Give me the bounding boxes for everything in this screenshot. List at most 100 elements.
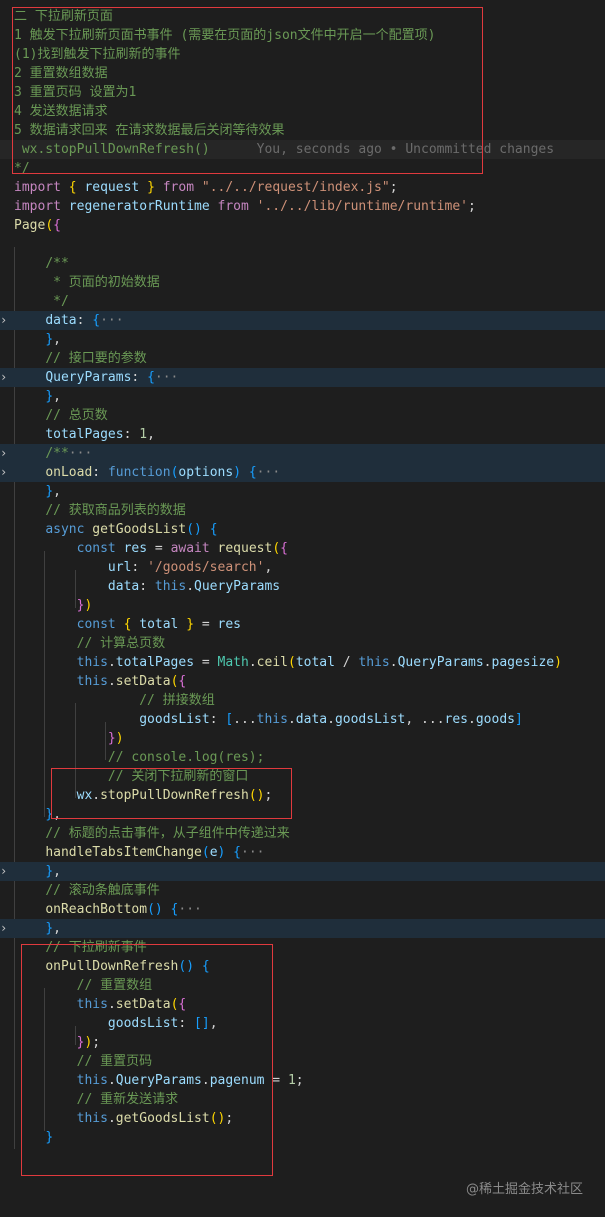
- code-line[interactable]: handleTabsItemChange(e) {···: [0, 843, 605, 862]
- code-token: 1: [287, 1073, 296, 1088]
- code-token: ,: [264, 560, 273, 575]
- code-token: :: [76, 313, 93, 328]
- code-text: totalPages: 1,: [14, 425, 155, 444]
- code-token: (): [186, 522, 202, 537]
- code-line[interactable]: // 标题的点击事件，从子组件中传递过来: [0, 824, 605, 843]
- code-token: ,: [53, 864, 61, 879]
- code-line[interactable]: // console.log(res);: [0, 748, 605, 767]
- code-text: }): [14, 729, 124, 748]
- code-text: // 总页数: [14, 406, 107, 425]
- code-line[interactable]: const res = await request({: [0, 539, 605, 558]
- code-line[interactable]: }): [0, 596, 605, 615]
- code-line[interactable]: // 滚动条触底事件: [0, 881, 605, 900]
- code-token: pagesize: [491, 655, 555, 670]
- code-token: options: [178, 465, 234, 480]
- code-token: ···: [154, 370, 179, 385]
- code-line[interactable]: goodsList: [...this.data.goodsList, ...r…: [0, 710, 605, 729]
- code-line[interactable]: }): [0, 729, 605, 748]
- code-text: QueryParams: {···: [14, 368, 178, 387]
- code-token: ): [554, 655, 562, 670]
- code-line[interactable]: this.setData({: [0, 672, 605, 691]
- code-text: // console.log(res);: [14, 748, 265, 767]
- code-line[interactable]: this.totalPages = Math.ceil(total / this…: [0, 653, 605, 672]
- fold-chevron-icon[interactable]: ›: [0, 862, 10, 881]
- code-line[interactable]: const { total } = res: [0, 615, 605, 634]
- code-line[interactable]: totalPages: 1,: [0, 425, 605, 444]
- code-line[interactable]: import { request } from "../../request/i…: [0, 178, 605, 197]
- code-line[interactable]: Page({: [0, 216, 605, 235]
- code-line[interactable]: [0, 235, 605, 254]
- code-token: ,: [147, 427, 155, 442]
- fold-chevron-icon[interactable]: ›: [0, 444, 10, 463]
- code-token: Page: [14, 218, 46, 233]
- code-line[interactable]: data: this.QueryParams: [0, 577, 605, 596]
- code-line[interactable]: // 计算总页数: [0, 634, 605, 653]
- code-token: // 拼接数组: [139, 693, 215, 708]
- code-token: function: [107, 465, 171, 480]
- code-line[interactable]: // 拼接数组: [0, 691, 605, 710]
- code-text: /**···: [14, 444, 92, 463]
- code-token: {: [233, 845, 241, 860]
- code-token: [: [225, 712, 234, 727]
- code-line[interactable]: },: [0, 387, 605, 406]
- code-line[interactable]: onReachBottom() {···: [0, 900, 605, 919]
- code-token: * 页面的初始数据: [45, 275, 160, 290]
- code-token: '../../lib/runtime/runtime': [256, 199, 468, 214]
- code-text: onReachBottom() {···: [14, 900, 202, 919]
- code-token: goodsList: [334, 712, 406, 727]
- code-line[interactable]: // 总页数: [0, 406, 605, 425]
- code-token: this: [358, 655, 390, 670]
- code-token: :: [209, 712, 226, 727]
- code-text: },: [14, 387, 61, 406]
- code-token: .: [483, 655, 492, 670]
- code-token: regeneratorRuntime: [68, 199, 210, 214]
- code-line[interactable]: // 获取商品列表的数据: [0, 501, 605, 520]
- code-line[interactable]: // 接口要的参数: [0, 349, 605, 368]
- code-line[interactable]: › data: {···: [0, 311, 605, 330]
- code-token: }: [45, 332, 54, 347]
- code-token: "../../request/index.js": [201, 180, 390, 195]
- code-line[interactable]: › /**···: [0, 444, 605, 463]
- code-token: QueryParams: [45, 370, 132, 385]
- code-token: {: [68, 180, 77, 195]
- code-text: // 标题的点击事件，从子组件中传递过来: [14, 824, 289, 843]
- code-line[interactable]: › onLoad: function(options) {···: [0, 463, 605, 482]
- code-line[interactable]: },: [0, 482, 605, 501]
- code-token: url: [107, 560, 132, 575]
- code-line[interactable]: },: [0, 330, 605, 349]
- code-line[interactable]: /**: [0, 254, 605, 273]
- code-text: async getGoodsList() {: [14, 520, 217, 539]
- code-line[interactable]: url: '/goods/search',: [0, 558, 605, 577]
- code-text: },: [14, 482, 61, 501]
- code-text: // 计算总页数: [14, 634, 165, 653]
- code-token: // 滚动条触底事件: [45, 883, 160, 898]
- code-line[interactable]: async getGoodsList() {: [0, 520, 605, 539]
- code-line[interactable]: import regeneratorRuntime from '../../li…: [0, 197, 605, 216]
- code-token: :: [131, 560, 148, 575]
- code-line[interactable]: */: [0, 292, 605, 311]
- code-token: (): [147, 902, 163, 917]
- code-token: =: [147, 541, 171, 556]
- fold-chevron-icon[interactable]: ›: [0, 311, 10, 330]
- code-line[interactable]: › QueryParams: {···: [0, 368, 605, 387]
- code-token: // console.log(res);: [107, 750, 265, 765]
- fold-chevron-icon[interactable]: ›: [0, 368, 10, 387]
- fold-chevron-icon[interactable]: ›: [0, 919, 10, 938]
- code-line[interactable]: › },: [0, 919, 605, 938]
- fold-chevron-icon[interactable]: ›: [0, 463, 10, 482]
- code-line[interactable]: › },: [0, 862, 605, 881]
- code-text: data: {···: [14, 311, 123, 330]
- code-line[interactable]: * 页面的初始数据: [0, 273, 605, 292]
